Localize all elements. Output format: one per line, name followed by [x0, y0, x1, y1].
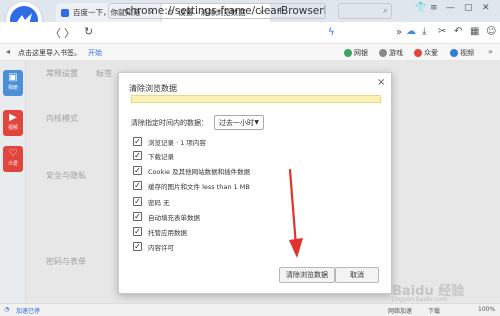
shield-icon	[344, 49, 352, 57]
sidebar-app-video[interactable]: ▶ 视频	[3, 110, 23, 136]
option-label: 托管应用数据	[148, 228, 187, 237]
checkbox-checked[interactable]: ✓	[133, 137, 142, 146]
option-hosted-app-data[interactable]: ✓ 托管应用数据	[133, 226, 187, 237]
watermark-url: jingyan.baidu.com	[392, 296, 448, 303]
bookmark-item[interactable]: 游戏	[379, 48, 403, 58]
checkbox-checked[interactable]: ✓	[133, 242, 142, 251]
cancel-button[interactable]: 取消	[335, 267, 379, 283]
option-label: Cookie 及其他网站数据和插件数据	[148, 167, 251, 176]
bookmark-item[interactable]: 视频	[450, 48, 474, 58]
checkbox-checked[interactable]: ✓	[133, 151, 142, 160]
bookmark-label: 游戏	[389, 49, 403, 57]
minimize-icon[interactable]: —	[446, 3, 455, 13]
undo-icon[interactable]: ↶	[454, 26, 462, 37]
status-bar: ◔ 加速已停 网络加速 下载 100%	[0, 303, 500, 316]
bookmark-label: 视频	[460, 49, 474, 57]
status-left-text[interactable]: 加速已停	[16, 306, 40, 315]
user-icon[interactable]: ☺	[486, 26, 496, 37]
game-icon	[379, 49, 387, 57]
video-icon: ▶	[9, 112, 17, 123]
download-icon[interactable]: ⤓	[422, 26, 426, 37]
charity-icon: ♡	[8, 148, 18, 159]
menu-icon[interactable]: ≡	[430, 3, 438, 13]
option-cookies[interactable]: ✓ Cookie 及其他网站数据和插件数据	[133, 165, 250, 176]
address-input[interactable]: ▭ chrome://settings-frame/clearBrowserDa…	[108, 3, 326, 19]
video-icon	[450, 49, 458, 57]
tab-favicon-icon	[61, 8, 69, 17]
bookmark-more-icon[interactable]: »	[488, 47, 493, 56]
option-download-history[interactable]: ✓ 下载记录	[133, 150, 174, 161]
option-label: 缓存的图片和文件 less than 1 MB	[148, 182, 250, 191]
option-label: 密码 无	[148, 198, 170, 207]
status-download[interactable]: 下载	[428, 306, 440, 315]
lightning-icon[interactable]: ϟ	[328, 27, 335, 38]
scissors-icon[interactable]: ✂	[438, 26, 446, 37]
maximize-icon[interactable]: ▢	[464, 3, 473, 13]
dialog-close-icon[interactable]: ×	[377, 77, 385, 88]
search-input[interactable]: ⌕	[338, 3, 392, 19]
time-range-value: 过去一小时	[219, 118, 254, 127]
checkbox-checked[interactable]: ✓	[133, 181, 142, 190]
option-label: 下载记录	[148, 152, 174, 161]
side-bar	[0, 61, 26, 303]
status-indicator-icon: ◔	[4, 306, 10, 313]
time-range-label: 清除指定时间内的数据：	[131, 118, 208, 127]
checkbox-checked[interactable]: ✓	[133, 212, 142, 221]
bookmark-label: 众爱	[424, 49, 438, 57]
status-zoom[interactable]: 100%	[478, 306, 495, 313]
time-range-row: 清除指定时间内的数据： 过去一小时 ▼	[131, 115, 264, 130]
more-chevron-icon[interactable]: »	[396, 27, 402, 38]
bookmark-item[interactable]: 众爱	[414, 48, 438, 58]
option-label: 自动填充表单数据	[148, 213, 200, 222]
sidebar-app-label: 视频	[7, 125, 18, 131]
option-content-licenses[interactable]: ✓ 内容许可	[133, 241, 174, 252]
option-cache[interactable]: ✓ 缓存的图片和文件 less than 1 MB	[133, 180, 250, 191]
sidebar-app-charity[interactable]: ♡ 众爱	[3, 146, 23, 172]
window-close-icon[interactable]: ✕	[482, 3, 490, 13]
sidebar-app-label: 相册	[7, 85, 18, 91]
time-range-select[interactable]: 过去一小时 ▼	[214, 115, 264, 130]
option-label: 内容许可	[148, 243, 174, 252]
cloud-icon[interactable]: ☁	[406, 26, 416, 37]
clear-browsing-data-button[interactable]: 清除浏览数据	[279, 267, 335, 283]
clear-browsing-data-dialog: 清除浏览数据 × 清除指定时间内的数据： 过去一小时 ▼ ✓ 浏览记录 · 1 …	[118, 72, 392, 294]
sidebar-toggle-icon[interactable]: ◂	[6, 47, 10, 56]
forward-icon[interactable]: 〉	[64, 25, 75, 41]
bookmark-item[interactable]: 网银	[344, 48, 368, 58]
import-start-link[interactable]: 开始	[88, 48, 102, 58]
checkbox-checked[interactable]: ✓	[133, 227, 142, 236]
checkbox-checked[interactable]: ✓	[133, 166, 142, 175]
refresh-icon[interactable]: ↻	[84, 25, 93, 38]
annotation-arrow	[288, 168, 303, 258]
bookmark-label: 网银	[354, 49, 368, 57]
checkbox-checked[interactable]: ✓	[133, 197, 142, 206]
dropdown-arrow-icon: ▼	[254, 119, 259, 126]
status-network-accel[interactable]: 网络加速	[388, 306, 412, 315]
back-icon[interactable]: 〈	[50, 25, 61, 41]
charity-icon	[414, 49, 422, 57]
option-label: 浏览记录 · 1 项内容	[148, 138, 206, 147]
apps-grid-icon[interactable]: ▦	[470, 26, 479, 37]
notice-bar	[131, 95, 381, 103]
import-hint: 点击这里导入书签。	[18, 49, 81, 57]
sidebar-app-gallery[interactable]: ▣ 相册	[3, 70, 23, 96]
option-browsing-history[interactable]: ✓ 浏览记录 · 1 项内容	[133, 136, 206, 147]
page-icon: ▭	[113, 6, 121, 16]
gallery-icon: ▣	[8, 72, 18, 83]
url-text: chrome://settings-frame/clearBrowserData	[124, 5, 325, 17]
option-autofill[interactable]: ✓ 自动填充表单数据	[133, 211, 200, 222]
search-icon[interactable]: ⌕	[383, 6, 388, 16]
skin-icon[interactable]: 👕	[415, 3, 426, 13]
option-passwords[interactable]: ✓ 密码 无	[133, 196, 170, 207]
dialog-title: 清除浏览数据	[129, 84, 177, 93]
sidebar-app-label: 众爱	[7, 161, 18, 167]
